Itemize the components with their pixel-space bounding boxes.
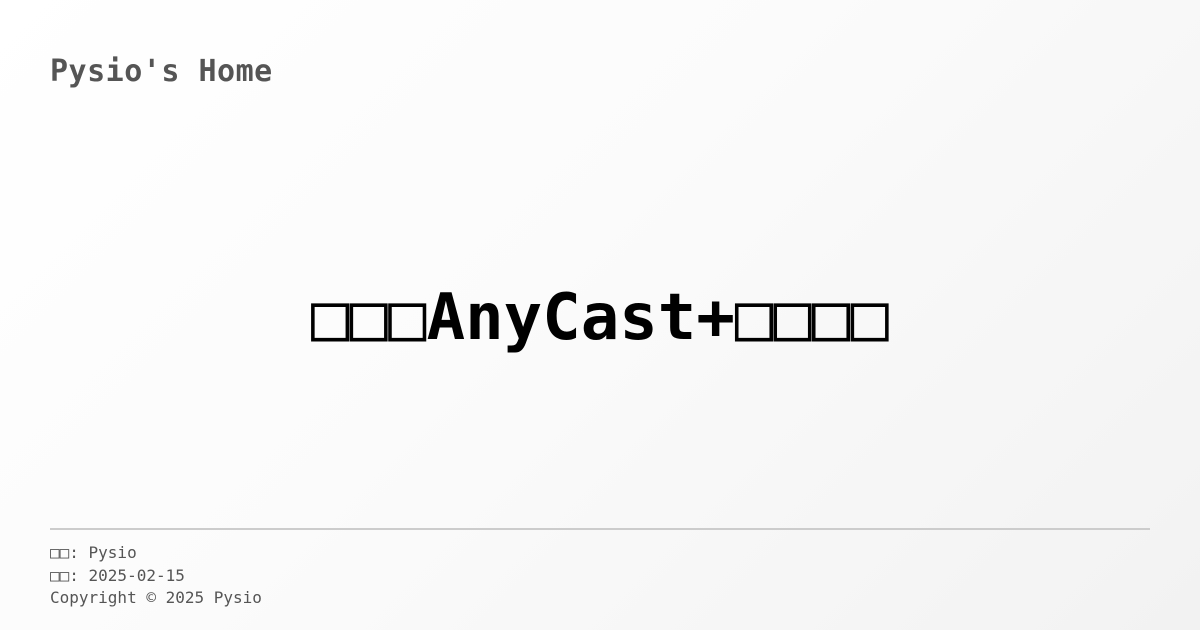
date-label: □□ <box>50 565 70 585</box>
author-label: □□ <box>50 543 70 562</box>
author-name: Pysio <box>88 543 137 562</box>
copyright-line: Copyright © 2025 Pysio <box>50 588 262 607</box>
date-value: 2025-02-15 <box>88 565 185 585</box>
date-line: □□: 2025-02-15 <box>50 565 185 585</box>
post-title: □□□AnyCast+□□□□ <box>311 281 889 355</box>
post-meta: □□: Pysio □□: 2025-02-15 Copyright © 202… <box>50 542 262 610</box>
site-title: Pysio's Home <box>50 54 273 89</box>
footer-divider <box>50 528 1150 530</box>
author-line: □□: Pysio <box>50 543 137 562</box>
